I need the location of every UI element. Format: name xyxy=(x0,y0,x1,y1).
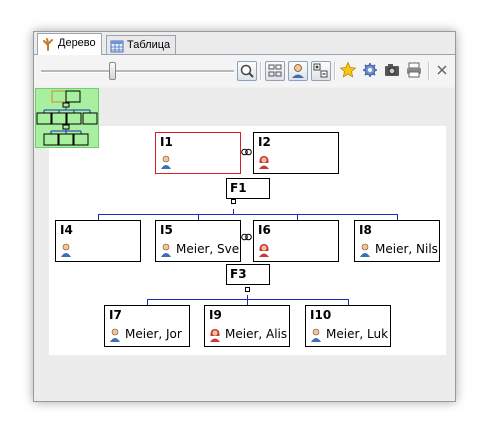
person-mode-icon xyxy=(292,64,304,78)
print-button[interactable] xyxy=(405,61,425,81)
camera-icon xyxy=(385,64,399,76)
zoom-fit-icon xyxy=(240,64,254,78)
female-person-icon xyxy=(259,156,269,169)
female-person-icon xyxy=(210,329,220,342)
person-id: I7 xyxy=(109,308,122,322)
toolbar-separator xyxy=(334,62,336,80)
person-name: Meier, Jor xyxy=(125,327,182,341)
tab-tree[interactable]: Дерево xyxy=(37,33,102,55)
person-id: I5 xyxy=(160,223,173,237)
person-id: I8 xyxy=(359,223,372,237)
tab-bar: Дерево Таблица xyxy=(34,32,455,55)
marriage-rings-icon xyxy=(241,233,252,241)
person-box[interactable]: I5 Meier, Sve xyxy=(155,220,241,262)
connector-line xyxy=(147,299,349,300)
person-box[interactable]: I6 xyxy=(253,220,339,262)
male-person-icon xyxy=(61,243,71,257)
connector-line xyxy=(98,214,398,215)
toolbar-separator xyxy=(428,62,430,80)
expand-collapse-icon xyxy=(313,63,328,78)
toolbar-separator xyxy=(260,62,262,80)
person-name: Meier, Sve xyxy=(176,242,240,256)
person-box[interactable]: I9 Meier, Alis xyxy=(204,305,290,347)
person-box[interactable]: I4 xyxy=(55,220,141,262)
family-box[interactable]: F1 xyxy=(226,178,270,199)
person-name: Meier, Luk xyxy=(326,327,389,341)
zoom-slider[interactable] xyxy=(41,70,234,73)
person-id: I6 xyxy=(258,223,271,237)
family-id: F3 xyxy=(230,267,247,281)
minimap-thumbnail xyxy=(36,90,98,146)
person-box[interactable]: I8 Meier, Nils xyxy=(354,220,440,262)
zoom-slider-thumb[interactable] xyxy=(109,62,116,80)
male-person-icon xyxy=(311,328,321,342)
male-person-icon xyxy=(161,155,171,169)
male-person-icon xyxy=(110,328,120,342)
marriage-rings-icon xyxy=(241,148,252,156)
person-box[interactable]: I7 Meier, Jor xyxy=(104,305,190,347)
collapse-toggle[interactable] xyxy=(245,287,250,292)
collapse-toggle[interactable] xyxy=(231,199,236,204)
person-id: I10 xyxy=(310,308,332,322)
tab-table-label: Таблица xyxy=(127,39,171,51)
app-window: Дерево Таблица I1 I2 F1 I4 I5 Meier, Sve… xyxy=(33,31,456,402)
tree-icon xyxy=(43,38,53,51)
print-icon xyxy=(407,62,421,78)
snapshot-button[interactable] xyxy=(383,61,403,81)
person-id: I9 xyxy=(209,308,222,322)
person-mode-button[interactable] xyxy=(288,61,308,81)
layout-grid-icon xyxy=(268,64,282,77)
table-icon xyxy=(110,40,124,53)
family-box[interactable]: F3 xyxy=(226,264,270,285)
person-name: Meier, Alis xyxy=(225,327,288,341)
person-id: I1 xyxy=(160,135,173,149)
tab-tree-label: Дерево xyxy=(58,37,96,49)
male-person-icon xyxy=(360,243,370,257)
layout-grid-button[interactable] xyxy=(265,61,285,81)
person-box[interactable]: I10 Meier, Luk xyxy=(305,305,391,347)
star-icon xyxy=(339,61,357,78)
close-x-icon xyxy=(437,65,447,75)
tab-table[interactable]: Таблица xyxy=(106,35,177,54)
close-view-button[interactable] xyxy=(433,61,453,81)
person-box[interactable]: I1 xyxy=(155,132,241,174)
female-person-icon xyxy=(259,244,269,257)
toolbar xyxy=(34,55,455,87)
person-box[interactable]: I2 xyxy=(253,132,339,174)
tree-canvas[interactable]: I1 I2 F1 I4 I5 Meier, Sve I6 I8 Meier, N… xyxy=(34,88,455,401)
person-name: Meier, Nils xyxy=(375,242,438,256)
pedigree-diagram: I1 I2 F1 I4 I5 Meier, Sve I6 I8 Meier, N… xyxy=(49,126,446,355)
family-id: F1 xyxy=(230,181,247,195)
settings-button[interactable] xyxy=(361,61,381,81)
person-id: I4 xyxy=(60,223,73,237)
male-person-icon xyxy=(161,243,171,257)
zoom-fit-button[interactable] xyxy=(237,61,257,81)
settings-gear-icon xyxy=(363,63,377,77)
overview-minimap[interactable] xyxy=(35,88,99,148)
person-id: I2 xyxy=(258,135,271,149)
expand-collapse-button[interactable] xyxy=(311,61,331,81)
favorites-button[interactable] xyxy=(339,61,359,81)
